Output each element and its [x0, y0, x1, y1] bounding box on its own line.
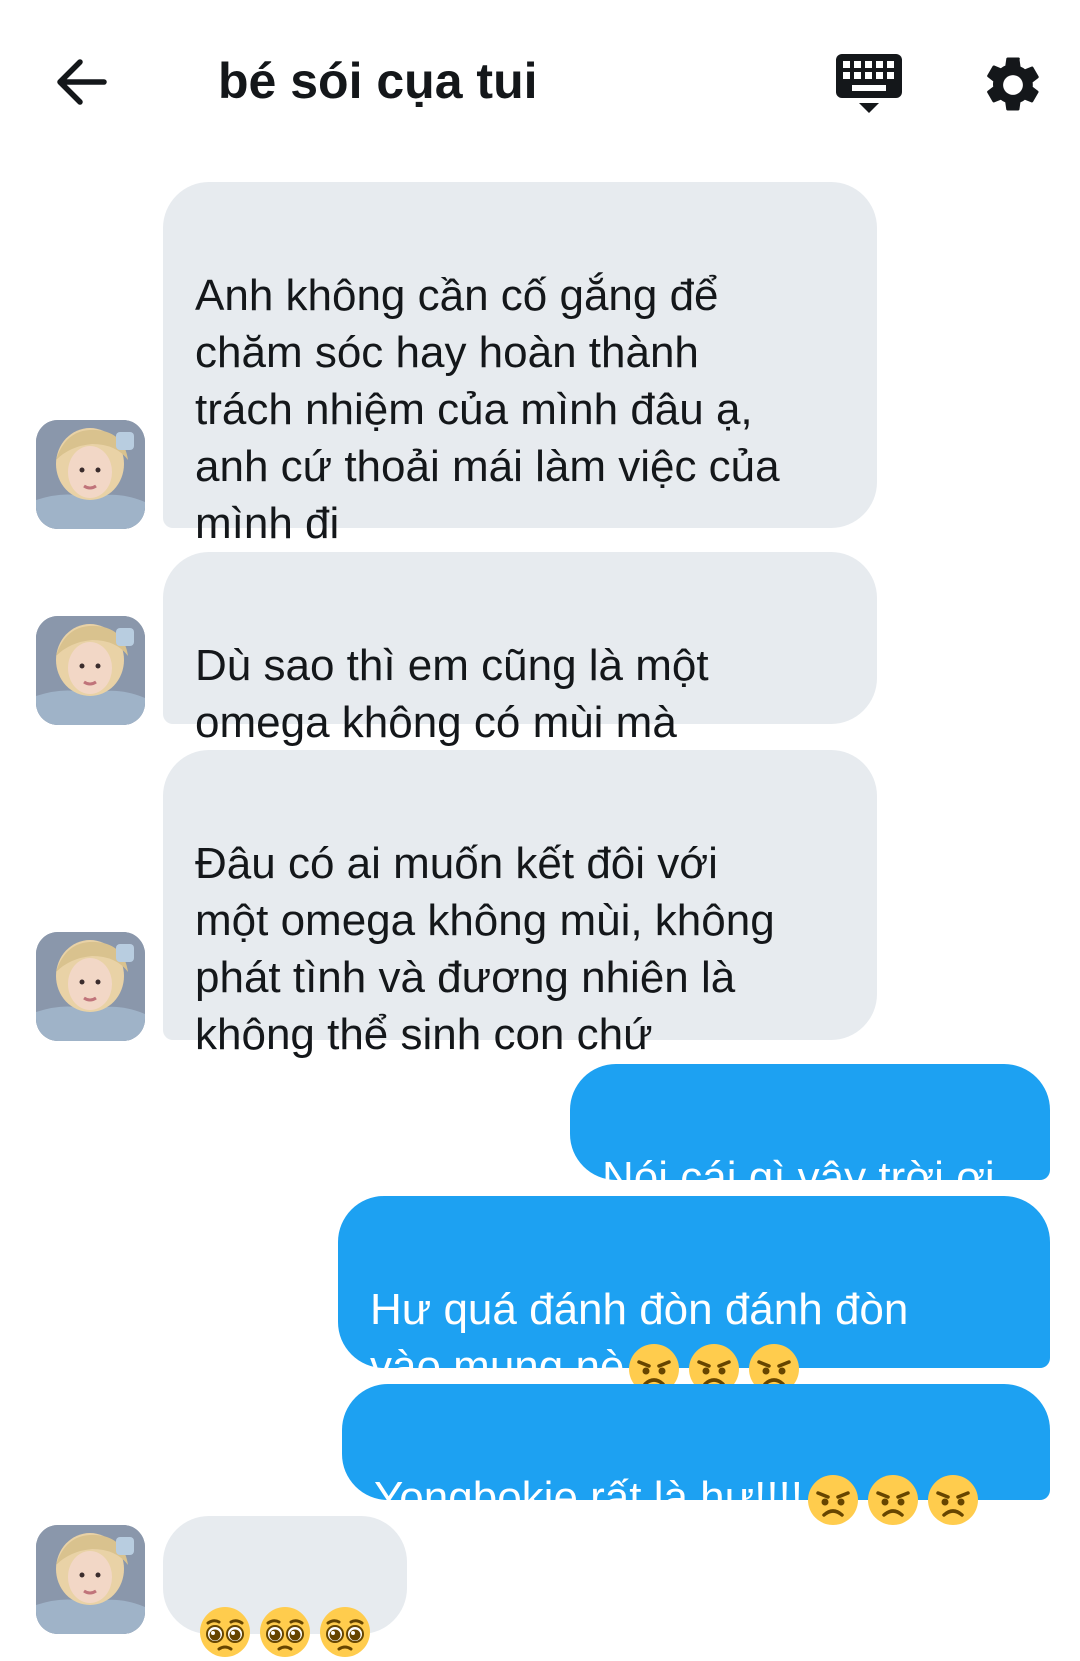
chat-header: bé sói cụa tui	[0, 0, 1080, 170]
message-bubble-outgoing[interactable]: Nói cái gì vậy trời ơi	[570, 1064, 1050, 1202]
emoji-row	[195, 1604, 375, 1661]
message-bubble-outgoing[interactable]: Hư quá đánh đòn đánh đòn vào mung nè	[338, 1196, 1050, 1394]
avatar[interactable]	[36, 616, 145, 725]
avatar[interactable]	[36, 932, 145, 1041]
avatar[interactable]	[36, 1525, 145, 1634]
avatar-image	[36, 616, 145, 725]
settings-button[interactable]	[980, 52, 1046, 118]
angry-face-icon	[808, 1474, 858, 1525]
pleading-face-icon	[320, 1606, 370, 1657]
gear-icon	[987, 57, 1039, 111]
pleading-face-icon	[260, 1606, 310, 1657]
message-text: Dù sao thì em cũng là một omega không có…	[195, 641, 709, 747]
back-button[interactable]	[52, 50, 116, 114]
conversation-title: bé sói cụa tui	[218, 53, 538, 109]
angry-face-icon	[868, 1474, 918, 1525]
pleading-face-icon	[200, 1606, 250, 1657]
avatar[interactable]	[36, 420, 145, 529]
angry-face-icon	[928, 1474, 978, 1525]
avatar-image	[36, 420, 145, 529]
keyboard-button[interactable]	[834, 52, 904, 118]
message-text: Đâu có ai muốn kết đôi với một omega khô…	[195, 839, 775, 1059]
message-text: Yongbokie rất là hư!!!!	[374, 1473, 803, 1522]
arrow-left-icon	[57, 59, 107, 105]
emoji-row	[803, 1472, 983, 1529]
keyboard-icon	[836, 54, 902, 113]
message-text: Anh không cần cố gắng để chăm sóc hay ho…	[195, 271, 780, 548]
message-text: Nói cái gì vậy trời ơi	[602, 1153, 995, 1202]
message-bubble-incoming[interactable]	[163, 1516, 407, 1657]
message-bubble-incoming[interactable]: Đâu có ai muốn kết đôi với một omega khô…	[163, 750, 877, 1059]
message-bubble-incoming[interactable]: Dù sao thì em cũng là một omega không có…	[163, 552, 877, 747]
message-bubble-incoming[interactable]: Anh không cần cố gắng để chăm sóc hay ho…	[163, 182, 877, 548]
avatar-image	[36, 1525, 145, 1634]
message-bubble-outgoing[interactable]: Yongbokie rất là hư!!!!	[342, 1384, 1050, 1525]
avatar-image	[36, 932, 145, 1041]
